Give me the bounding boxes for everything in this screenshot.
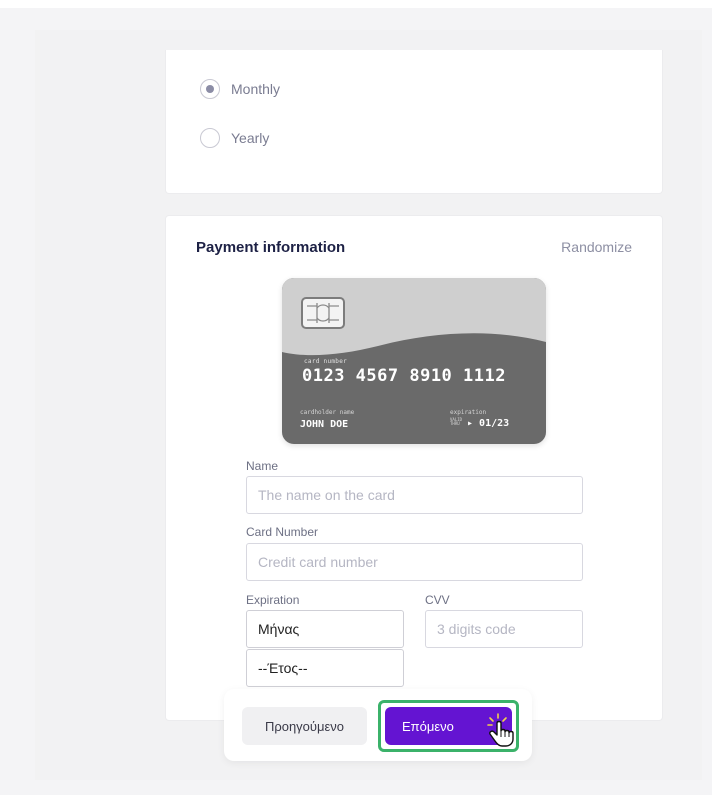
expiration-year-select[interactable]: --Έτος-- bbox=[246, 649, 404, 687]
radio-button-yearly[interactable] bbox=[200, 128, 220, 148]
radio-option-yearly[interactable]: Yearly bbox=[200, 128, 269, 148]
cvv-input[interactable] bbox=[425, 610, 583, 648]
page-top-strip bbox=[0, 0, 712, 8]
radio-button-monthly[interactable] bbox=[200, 79, 220, 99]
cardholder-caption: cardholder name bbox=[300, 409, 355, 416]
wizard-navigation: Προηγούμενο Επόμενο bbox=[224, 689, 532, 761]
month-select-value: Μήνας bbox=[258, 621, 300, 637]
pointer-hand-cursor-icon bbox=[487, 713, 514, 747]
valid-thru-caption: VALID THRU bbox=[450, 417, 463, 426]
previous-button[interactable]: Προηγούμενο bbox=[242, 707, 367, 745]
radio-label-yearly: Yearly bbox=[231, 130, 270, 146]
cvv-label: CVV bbox=[425, 593, 450, 607]
card-number-display: 0123 4567 8910 1112 bbox=[302, 366, 506, 386]
expiration-caption: expiration bbox=[450, 409, 487, 416]
name-label: Name bbox=[246, 459, 279, 473]
card-number-caption: card number bbox=[304, 358, 348, 365]
checkout-panel: Monthly Yearly Payment information Rando… bbox=[35, 30, 702, 780]
name-input[interactable] bbox=[246, 476, 583, 514]
payment-information-card: Payment information Randomize card numbe… bbox=[165, 215, 663, 721]
next-button-highlight: Επόμενο bbox=[378, 700, 519, 752]
radio-option-monthly[interactable]: Monthly bbox=[200, 79, 280, 99]
expiration-value: 01/23 bbox=[479, 418, 510, 429]
sim-chip-icon bbox=[301, 297, 345, 329]
cardholder-name-display: JOHN DOE bbox=[300, 419, 349, 430]
randomize-link[interactable]: Randomize bbox=[561, 239, 632, 255]
year-select-value: --Έτος-- bbox=[258, 660, 308, 676]
card-number-label: Card Number bbox=[246, 525, 319, 539]
card-number-input[interactable] bbox=[246, 543, 583, 581]
credit-card-preview: card number 0123 4567 8910 1112 cardhold… bbox=[282, 278, 546, 444]
radio-label-monthly: Monthly bbox=[231, 81, 281, 97]
expiration-label: Expiration bbox=[246, 593, 300, 607]
payment-title: Payment information bbox=[196, 239, 346, 256]
expiration-month-select[interactable]: Μήνας bbox=[246, 610, 404, 648]
expiration-display: ▸ 01/23 bbox=[467, 418, 510, 429]
billing-frequency-card: Monthly Yearly bbox=[165, 50, 663, 194]
